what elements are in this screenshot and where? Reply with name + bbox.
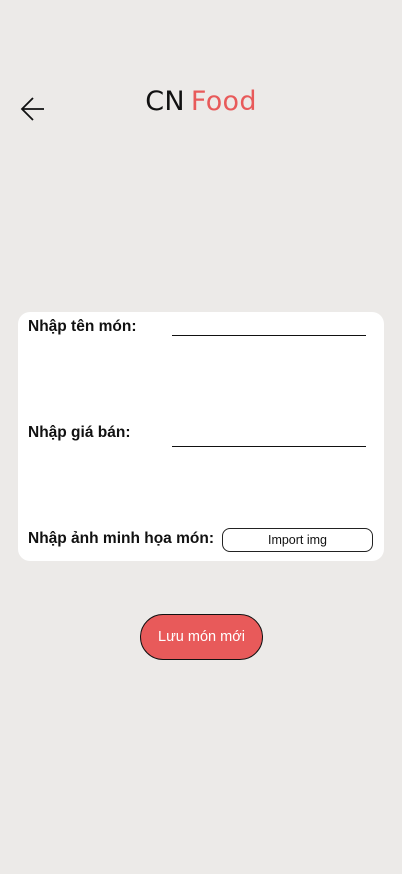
dish-price-label: Nhập giá bán: xyxy=(28,424,131,441)
dish-name-label: Nhập tên món: xyxy=(28,318,137,335)
brand-food: Food xyxy=(190,86,257,117)
app-brand: CN Food xyxy=(0,86,402,117)
brand-cn: CN xyxy=(145,86,185,117)
dish-image-label: Nhập ảnh minh họa món: xyxy=(28,530,214,547)
import-image-button[interactable]: Import img xyxy=(222,528,373,552)
add-dish-form-card: Nhập tên món: Nhập giá bán: Nhập ảnh min… xyxy=(18,312,384,561)
save-new-dish-button[interactable]: Lưu món mới xyxy=(140,614,263,660)
dish-name-input[interactable] xyxy=(172,317,366,336)
dish-price-input[interactable] xyxy=(172,428,366,447)
